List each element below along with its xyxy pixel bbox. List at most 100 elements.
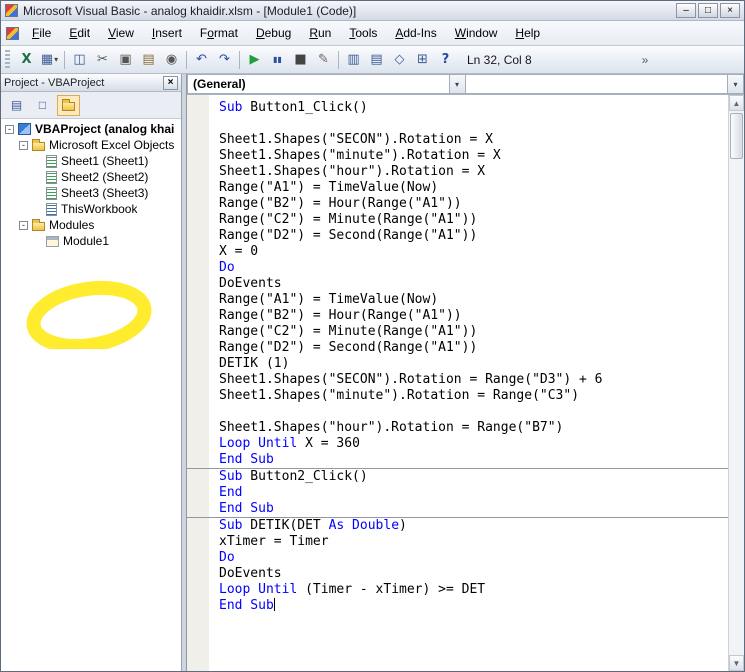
help-button[interactable]: ? <box>434 49 457 71</box>
code-line[interactable]: Sheet1.Shapes("SECON").Rotation = Range(… <box>187 372 728 388</box>
code-line[interactable]: Do <box>187 550 728 566</box>
code-line[interactable]: Range("D2") = Second(Range("A1")) <box>187 340 728 356</box>
code-line[interactable]: Sub DETIK(DET As Double) <box>187 518 728 534</box>
design-mode-icon: ✎ <box>318 52 329 67</box>
toolbox-button[interactable]: ⊞ <box>411 49 434 71</box>
code-line[interactable]: End Sub <box>187 452 728 468</box>
code-line[interactable]: DETIK (1) <box>187 356 728 372</box>
vertical-scrollbar[interactable]: ▲ ▼ <box>728 95 744 671</box>
tree-item-sheet1[interactable]: Sheet1 (Sheet1) <box>1 153 181 169</box>
toggle-folders-button[interactable] <box>57 94 80 116</box>
code-line[interactable]: Sheet1.Shapes("SECON").Rotation = X <box>187 132 728 148</box>
menu-edit[interactable]: Edit <box>60 22 99 44</box>
undo-button[interactable]: ↶ <box>190 49 213 71</box>
code-line[interactable]: Range("A1") = TimeValue(Now) <box>187 180 728 196</box>
menu-add-ins[interactable]: Add-Ins <box>386 22 445 44</box>
code-line[interactable]: Loop Until X = 360 <box>187 436 728 452</box>
expander-icon[interactable]: - <box>19 220 28 230</box>
code-window-icon <box>6 26 19 40</box>
scrollbar-track[interactable] <box>729 111 744 655</box>
tree-item-sheet3[interactable]: Sheet3 (Sheet3) <box>1 185 181 201</box>
view-microsoft-excel-button[interactable]: X <box>15 49 38 71</box>
chevron-down-icon[interactable]: ▾ <box>727 75 743 93</box>
view-code-button[interactable]: ▤ <box>5 95 28 116</box>
tree-item-thisworkbook[interactable]: ThisWorkbook <box>1 201 181 217</box>
vb-logo-icon <box>5 4 18 17</box>
tree-item-module1[interactable]: Module1 <box>1 233 181 249</box>
save-button[interactable]: ◫ <box>68 49 91 71</box>
menu-insert[interactable]: Insert <box>143 22 191 44</box>
code-line[interactable]: Range("D2") = Second(Range("A1")) <box>187 228 728 244</box>
paste-button[interactable]: ▤ <box>137 49 160 71</box>
code-line[interactable] <box>187 404 728 420</box>
menu-window[interactable]: Window <box>446 22 507 44</box>
scroll-up-icon[interactable]: ▲ <box>729 95 744 111</box>
menu-file[interactable]: File <box>23 22 60 44</box>
minimize-button[interactable]: – <box>676 3 696 18</box>
menu-help[interactable]: Help <box>506 22 549 44</box>
design-mode-button[interactable]: ✎ <box>312 49 335 71</box>
code-line[interactable]: Sheet1.Shapes("hour").Rotation = X <box>187 164 728 180</box>
code-line[interactable]: End Sub <box>187 501 728 517</box>
code-line[interactable]: Sub Button2_Click() <box>187 469 728 485</box>
redo-button[interactable]: ↷ <box>213 49 236 71</box>
code-line[interactable]: Do <box>187 260 728 276</box>
project-explorer-button[interactable]: ▥ <box>342 49 365 71</box>
code-line[interactable]: Range("C2") = Minute(Range("A1")) <box>187 324 728 340</box>
code-line[interactable]: Sheet1.Shapes("minute").Rotation = Range… <box>187 388 728 404</box>
tree-item-sheet2[interactable]: Sheet2 (Sheet2) <box>1 169 181 185</box>
break-button[interactable]: ▮▮ <box>266 49 289 71</box>
copy-button[interactable]: ▣ <box>114 49 137 71</box>
code-line[interactable] <box>187 116 728 132</box>
run-button[interactable]: ▶ <box>243 49 266 71</box>
close-button[interactable]: × <box>720 3 740 18</box>
find-button[interactable]: ◉ <box>160 49 183 71</box>
code-line[interactable]: Sheet1.Shapes("hour").Rotation = Range("… <box>187 420 728 436</box>
panel-close-button[interactable]: × <box>163 75 178 90</box>
expander-icon[interactable]: - <box>19 140 28 150</box>
project-explorer-icon: ▥ <box>347 52 360 67</box>
cut-button[interactable]: ✂ <box>91 49 114 71</box>
chevron-down-icon[interactable]: ▾ <box>448 75 465 93</box>
code-lines: Sub Button1_Click() Sheet1.Shapes("SECON"… <box>187 100 728 614</box>
object-browser-button[interactable]: ◇ <box>388 49 411 71</box>
menu-debug[interactable]: Debug <box>247 22 300 44</box>
procedure-dropdown[interactable]: ▾ <box>465 74 744 94</box>
text-caret <box>273 598 275 611</box>
code-line[interactable]: Range("C2") = Minute(Range("A1")) <box>187 212 728 228</box>
tree-item-modules[interactable]: - Modules <box>1 217 181 233</box>
expander-icon[interactable]: - <box>5 124 14 134</box>
tree-item-label: Microsoft Excel Objects <box>49 138 175 152</box>
scrollbar-thumb[interactable] <box>730 113 743 159</box>
tree-item-label: Module1 <box>63 234 110 248</box>
tree-item-excel-objects[interactable]: - Microsoft Excel Objects <box>1 137 181 153</box>
toolbar-grip-handle[interactable] <box>5 49 10 70</box>
reset-button[interactable]: ■ <box>289 49 312 71</box>
code-line[interactable]: xTimer = Timer <box>187 534 728 550</box>
code-line[interactable]: Sheet1.Shapes("minute").Rotation = X <box>187 148 728 164</box>
code-line[interactable]: Range("A1") = TimeValue(Now) <box>187 292 728 308</box>
code-line[interactable]: End <box>187 485 728 501</box>
maximize-button[interactable]: □ <box>698 3 718 18</box>
menu-tools[interactable]: Tools <box>340 22 386 44</box>
insert-userform-button[interactable]: ▦ ▾ <box>38 49 61 71</box>
code-line[interactable]: End Sub <box>187 598 728 614</box>
object-dropdown[interactable]: (General) ▾ <box>187 74 466 94</box>
code-line[interactable]: Range("B2") = Hour(Range("A1")) <box>187 196 728 212</box>
code-editor[interactable]: Sub Button1_Click() Sheet1.Shapes("SECON"… <box>187 95 728 671</box>
menu-items: File Edit View Insert Format Debug Run Tools Add… <box>23 21 549 45</box>
toolbar-options-icon[interactable]: » <box>638 53 652 67</box>
code-line[interactable]: X = 0 <box>187 244 728 260</box>
code-line[interactable]: Range("B2") = Hour(Range("A1")) <box>187 308 728 324</box>
tree-item-vbaproject[interactable]: - VBAProject (analog khai <box>1 121 181 137</box>
code-line[interactable]: Loop Until (Timer - xTimer) >= DET <box>187 582 728 598</box>
menu-format[interactable]: Format <box>191 22 247 44</box>
code-line[interactable]: Sub Button1_Click() <box>187 100 728 116</box>
properties-window-button[interactable]: ▤ <box>365 49 388 71</box>
view-object-button[interactable]: □ <box>31 95 54 116</box>
menu-view[interactable]: View <box>99 22 143 44</box>
menu-run[interactable]: Run <box>300 22 340 44</box>
scroll-down-icon[interactable]: ▼ <box>729 655 744 671</box>
code-line[interactable]: DoEvents <box>187 566 728 582</box>
code-line[interactable]: DoEvents <box>187 276 728 292</box>
